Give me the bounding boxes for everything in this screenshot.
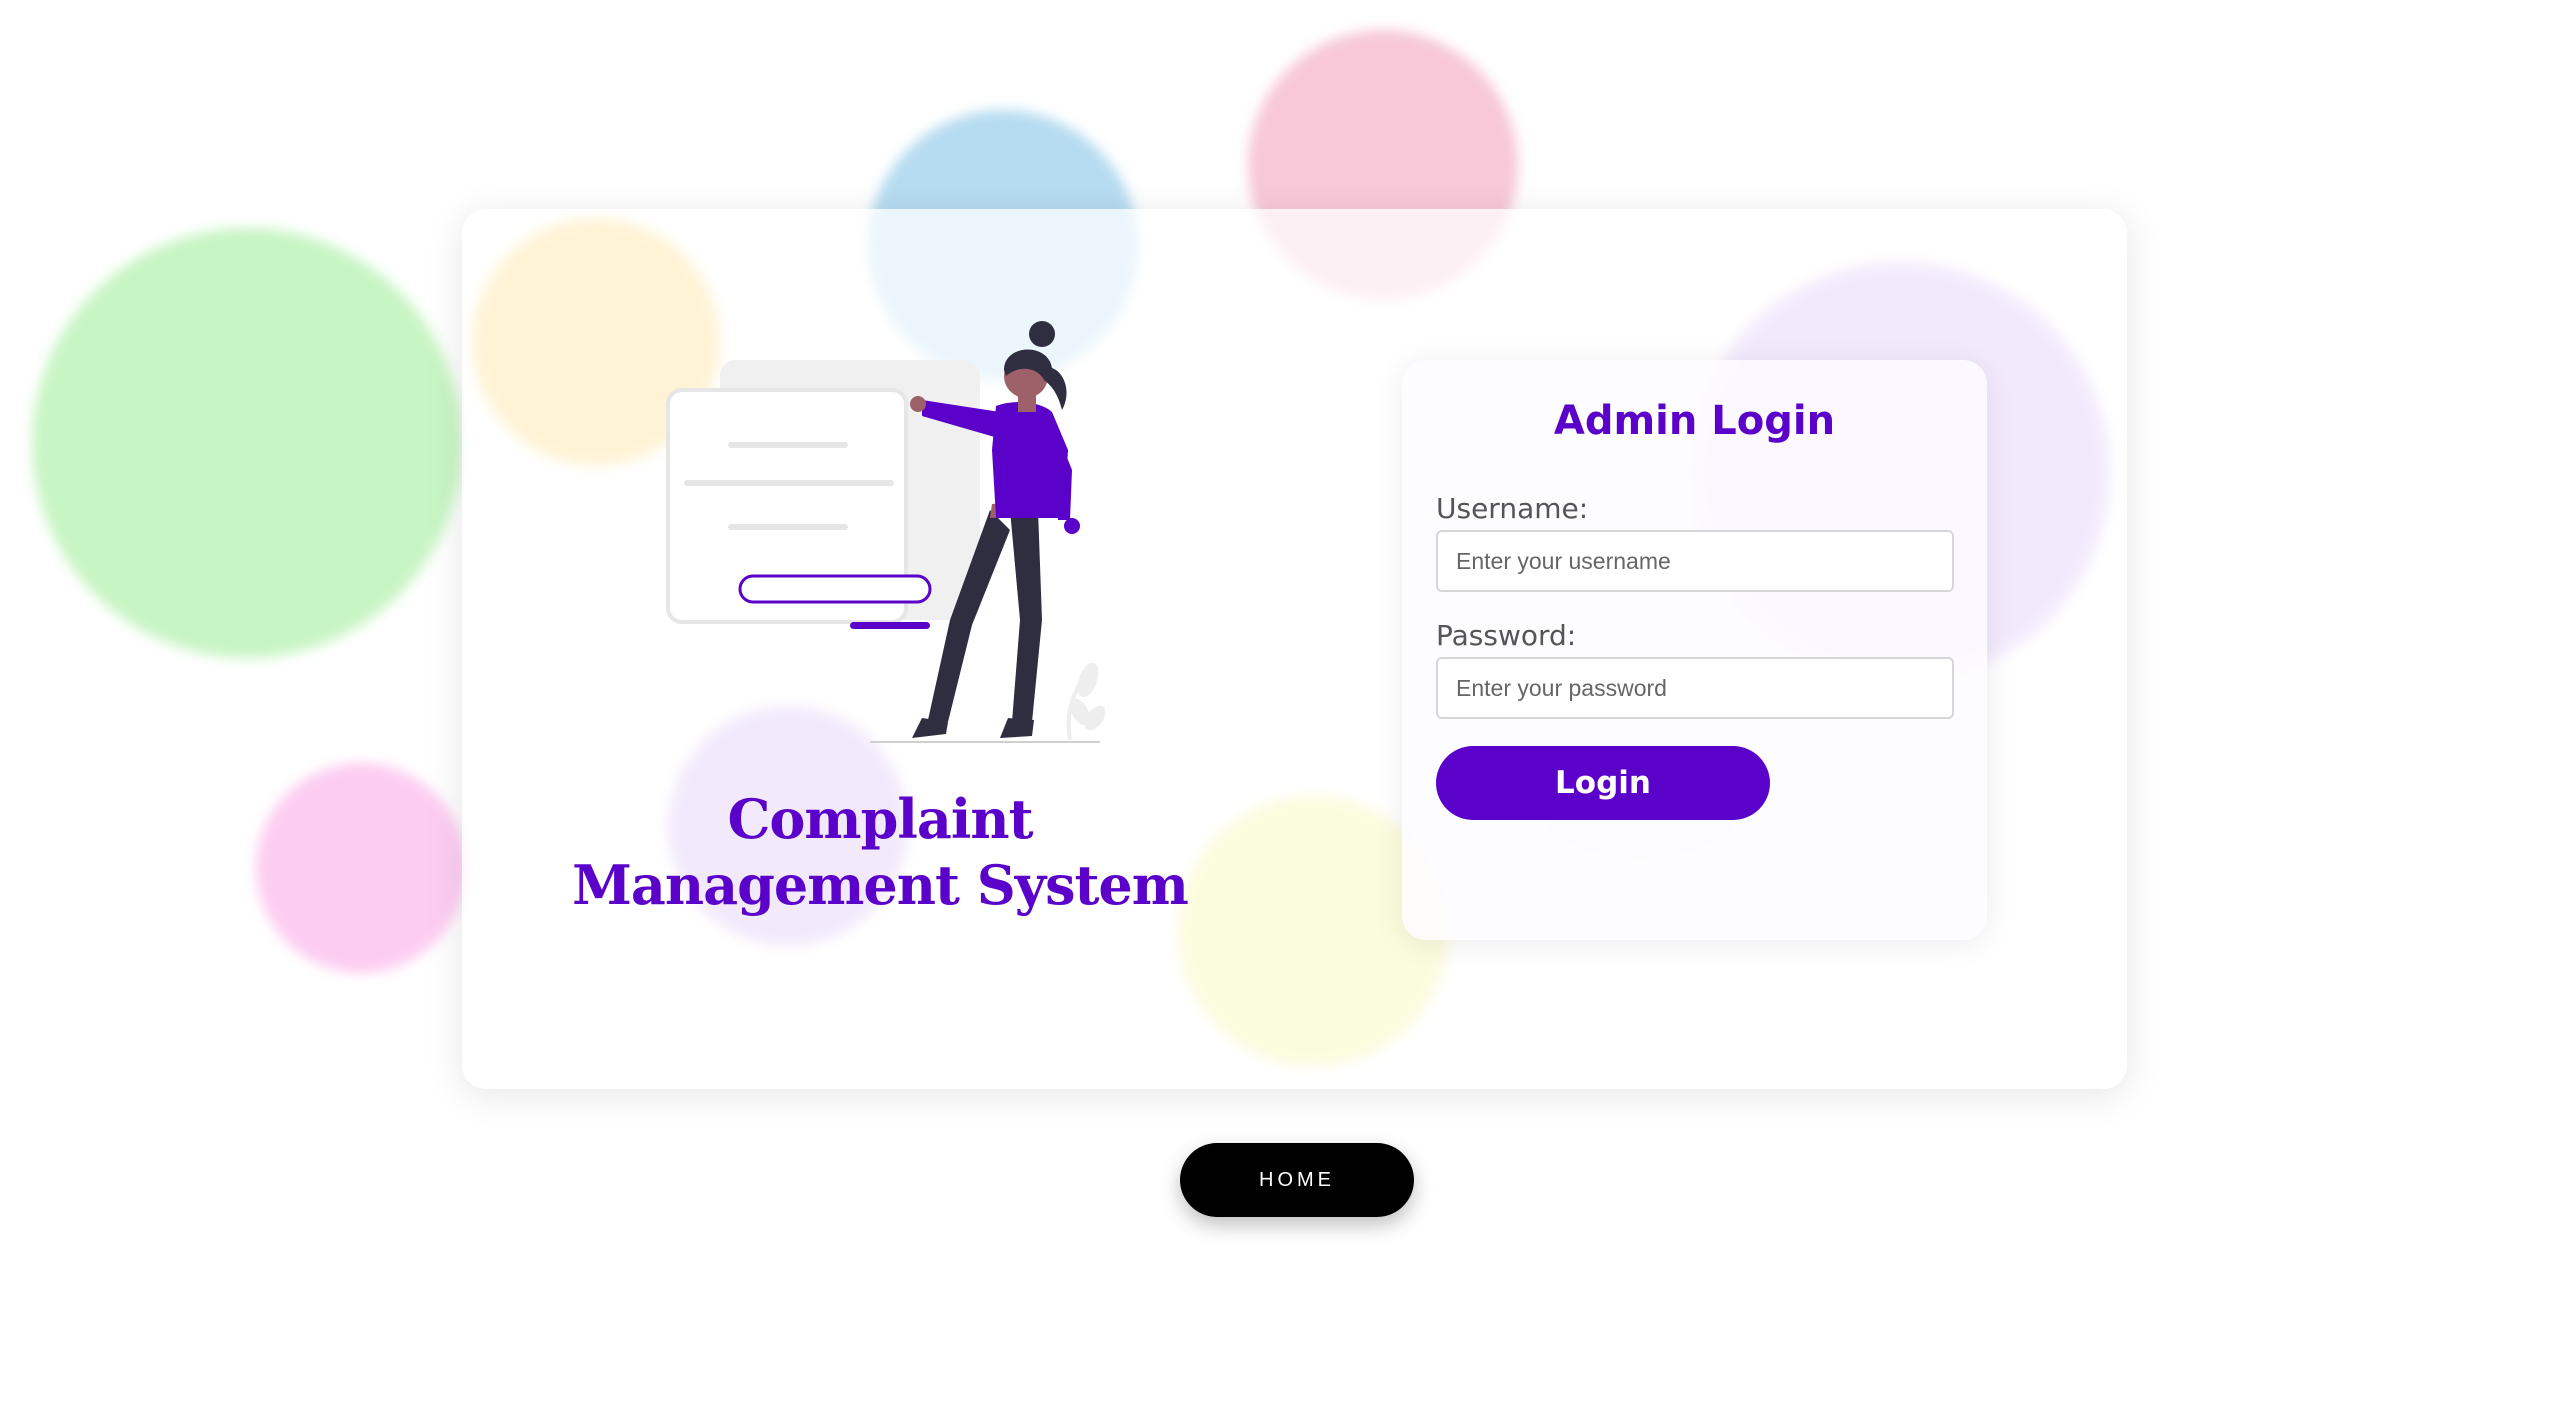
username-label: Username: [1436, 492, 1589, 525]
illustration-form-line [728, 442, 848, 448]
login-heading: Admin Login [1553, 398, 1836, 444]
page: Complaint Management System Admin Login … [0, 0, 2557, 1402]
person-with-login-form-illustration [666, 321, 1106, 743]
illustration-form-field [738, 574, 932, 604]
password-label: Password: [1436, 619, 1577, 652]
admin-login-form: Admin Login Username: Password: Login [1402, 360, 1987, 940]
home-button[interactable]: HOME [1180, 1143, 1414, 1217]
login-button[interactable]: Login [1436, 746, 1770, 820]
username-input[interactable] [1436, 530, 1954, 592]
decorative-blob [32, 228, 462, 658]
illustration-form-line [684, 480, 894, 486]
app-title: Complaint Management System [572, 787, 1189, 917]
decorative-blob [256, 763, 466, 973]
password-input[interactable] [1436, 657, 1954, 719]
illustration-form-button [850, 622, 930, 629]
illustration-form-line [728, 524, 848, 530]
